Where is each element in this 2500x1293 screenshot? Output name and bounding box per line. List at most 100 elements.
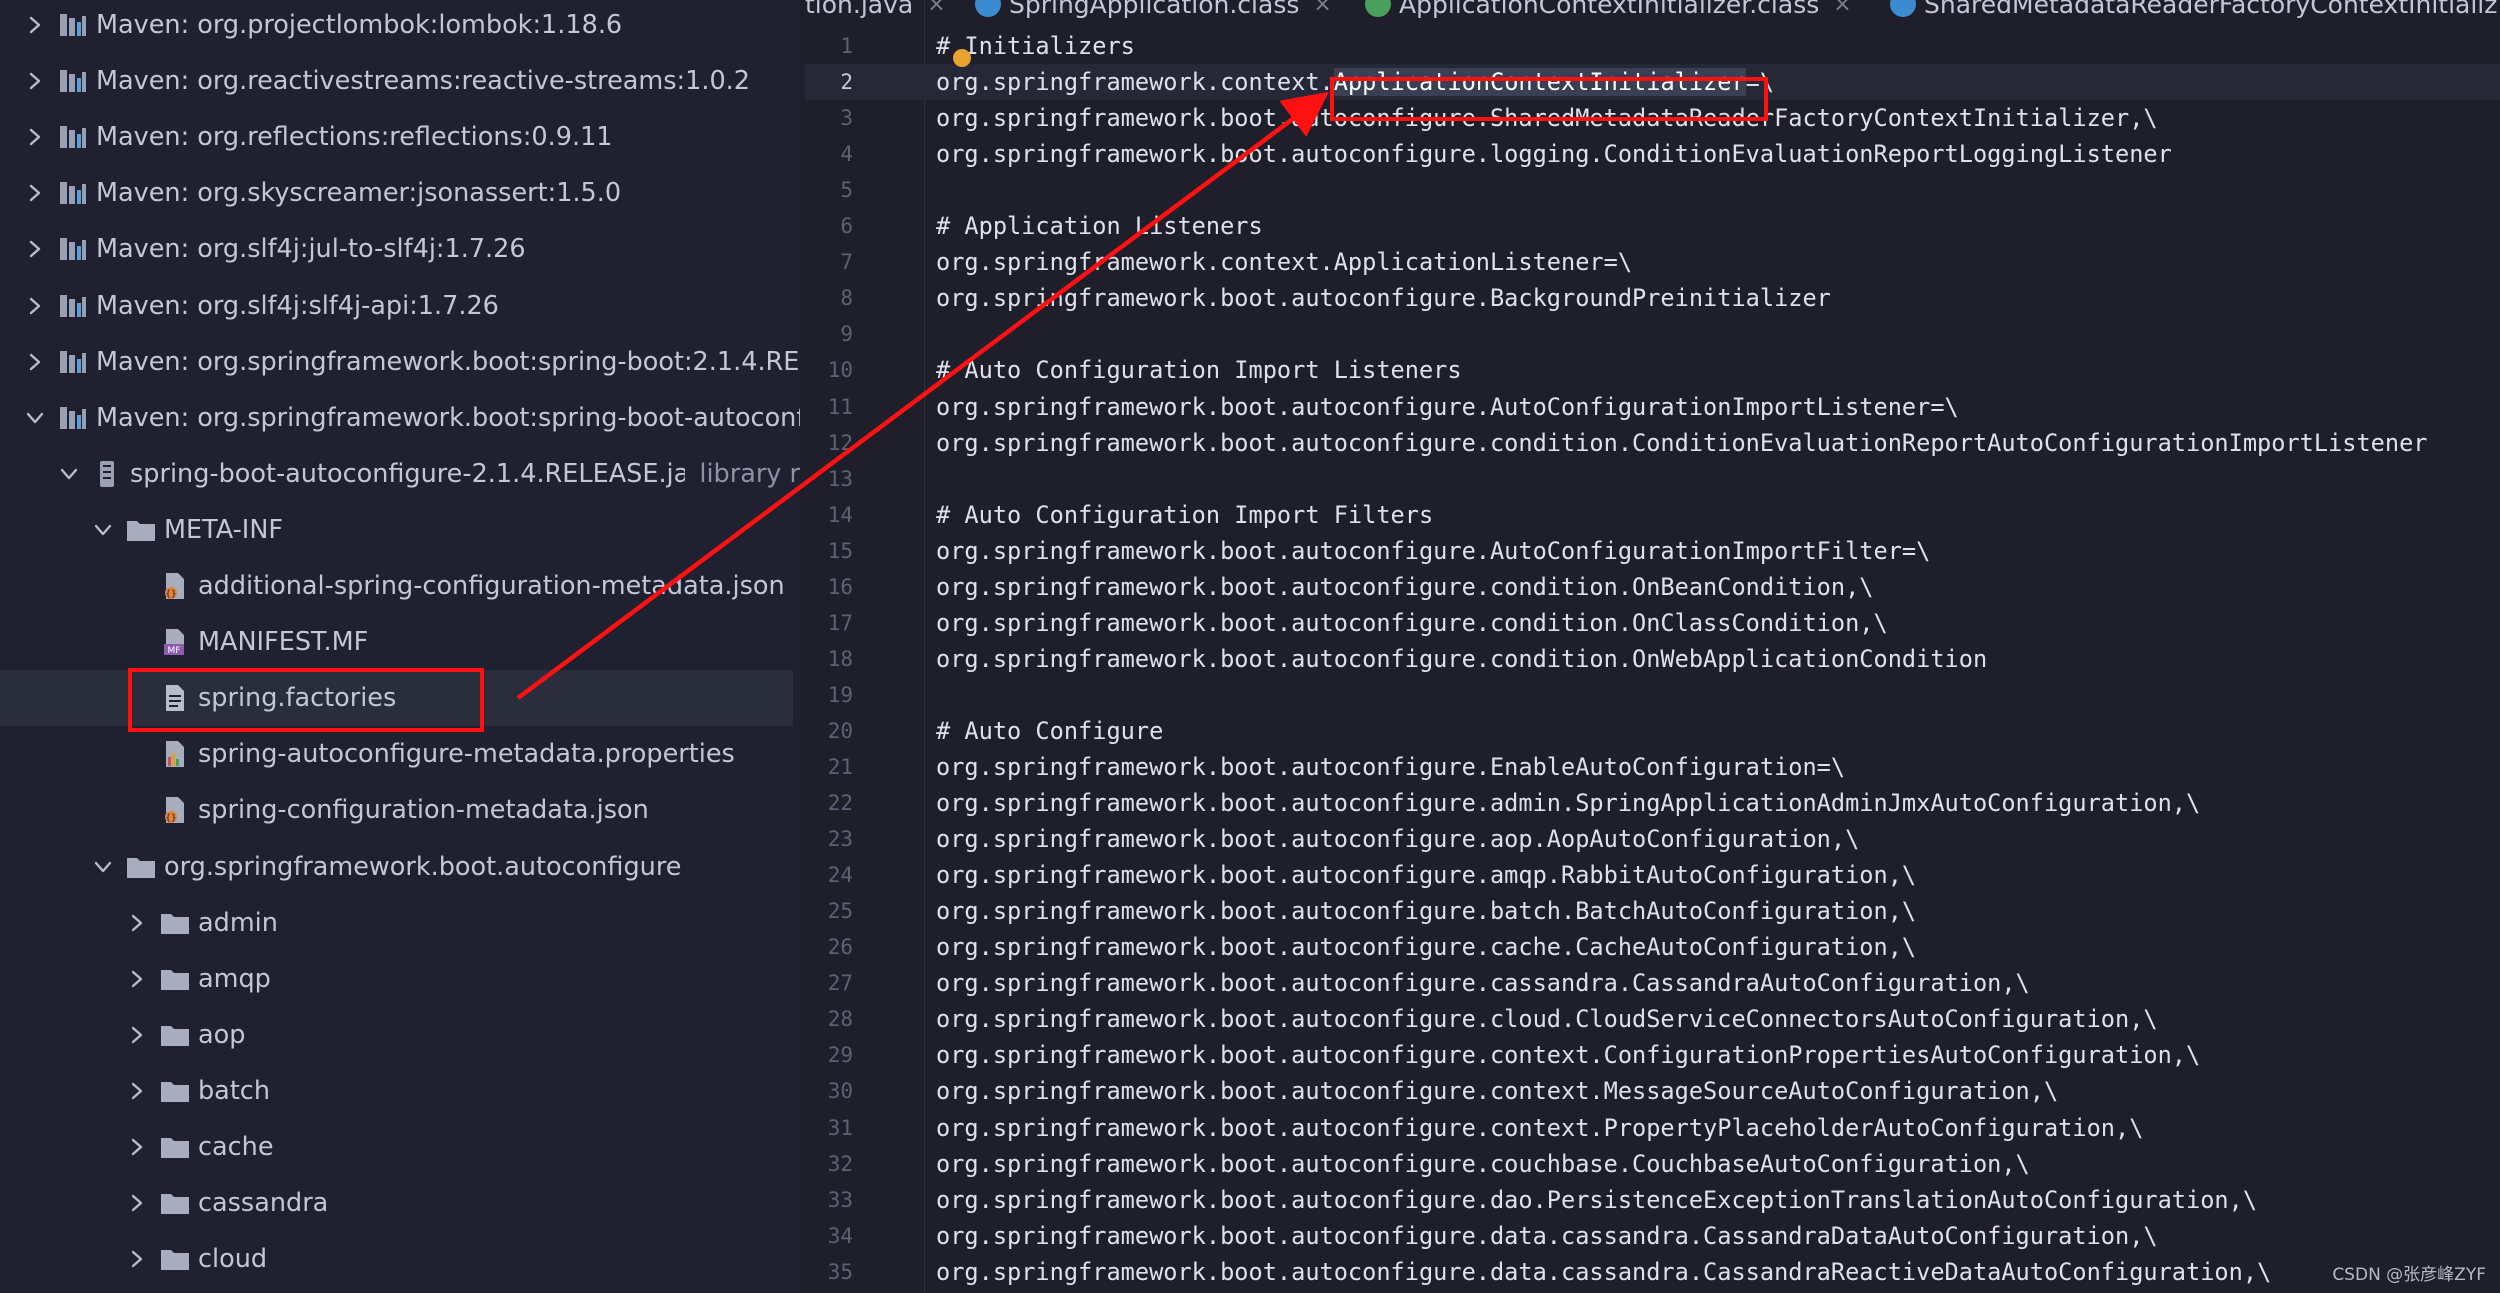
line-number: 5: [840, 178, 853, 202]
code-line[interactable]: # Application Listeners: [936, 208, 1263, 244]
tree-item[interactable]: Maven: org.reflections:reflections:0.9.1…: [0, 109, 800, 165]
code-line[interactable]: org.springframework.boot.autoconfigure.d…: [936, 1182, 2257, 1218]
tree-item[interactable]: {} spring-configuration-metadata.json: [0, 782, 800, 838]
code-line[interactable]: org.springframework.boot.autoconfigure.c…: [936, 605, 1888, 641]
tree-item[interactable]: amqp: [0, 951, 800, 1007]
code-line[interactable]: org.springframework.boot.autoconfigure.c…: [936, 641, 1987, 677]
tree-item[interactable]: spring-autoconfigure-metadata.properties: [0, 726, 800, 782]
code-line[interactable]: # Auto Configuration Import Listeners: [936, 352, 1462, 388]
tree-item[interactable]: Maven: org.reactivestreams:reactive-stre…: [0, 53, 800, 109]
code-line[interactable]: org.springframework.boot.autoconfigure.c…: [936, 1001, 2158, 1037]
tree-item[interactable]: Maven: org.springframework.boot:spring-b…: [0, 390, 800, 446]
code-line[interactable]: org.springframework.context.ApplicationL…: [936, 244, 1632, 280]
chevron-right-icon[interactable]: [24, 126, 46, 148]
chevron-right-icon[interactable]: [24, 351, 46, 373]
chevron-right-icon[interactable]: [126, 1024, 148, 1046]
chevron-right-icon[interactable]: [24, 295, 46, 317]
editor-tab-bar: tion.java × SpringApplication.class × Applic…: [805, 0, 2500, 22]
line-number: 11: [827, 395, 853, 419]
tree-item-suffix: library r: [699, 459, 800, 489]
editor-tab-label: ApplicationContextInitializer.class: [1399, 0, 1820, 19]
tree-item[interactable]: spring.factories: [0, 670, 793, 726]
tab-close-icon[interactable]: ×: [1313, 0, 1331, 17]
chevron-down-icon[interactable]: [24, 407, 46, 429]
tree-item[interactable]: META-INF: [0, 502, 800, 558]
chevron-down-icon[interactable]: [58, 463, 80, 485]
tree-item[interactable]: MF MANIFEST.MF: [0, 614, 800, 670]
chevron-right-icon[interactable]: [126, 1136, 148, 1158]
code-line[interactable]: # Auto Configure: [936, 713, 1163, 749]
code-line[interactable]: org.springframework.boot.autoconfigure.B…: [936, 280, 1831, 316]
code-line[interactable]: org.springframework.context.ApplicationC…: [936, 64, 1774, 100]
line-number: 30: [827, 1079, 853, 1103]
code-line[interactable]: org.springframework.boot.autoconfigure.c…: [936, 1073, 2058, 1109]
code-line[interactable]: org.springframework.boot.autoconfigure.d…: [936, 1218, 2158, 1254]
line-number: 31: [827, 1116, 853, 1140]
chevron-right-icon[interactable]: [126, 912, 148, 934]
chevron-right-icon[interactable]: [126, 1248, 148, 1270]
code-line[interactable]: org.springframework.boot.autoconfigure.a…: [936, 785, 2200, 821]
tree-item[interactable]: {} additional-spring-configuration-metada…: [0, 558, 800, 614]
chevron-right-icon[interactable]: [126, 1192, 148, 1214]
editor-tab[interactable]: tion.java ×: [805, 0, 946, 22]
editor-tab[interactable]: SharedMetadataReaderFactoryContextInitia…: [1890, 0, 2497, 22]
tab-close-icon[interactable]: ×: [1833, 0, 1851, 17]
editor-tab[interactable]: SpringApplication.class ×: [975, 0, 1332, 22]
tree-item[interactable]: aop: [0, 1007, 800, 1063]
library-icon: [58, 178, 88, 208]
code-line[interactable]: org.springframework.boot.autoconfigure.E…: [936, 749, 1845, 785]
tree-item[interactable]: Maven: org.slf4j:slf4j-api:1.7.26: [0, 278, 800, 334]
code-line[interactable]: # Auto Configuration Import Filters: [936, 497, 1433, 533]
editor-tab[interactable]: ApplicationContextInitializer.class ×: [1365, 0, 1852, 22]
tree-item[interactable]: admin: [0, 895, 800, 951]
chevron-right-icon[interactable]: [126, 1080, 148, 1102]
class-file-icon: [1890, 0, 1916, 17]
library-icon: [58, 10, 88, 40]
tree-item[interactable]: cloud: [0, 1231, 800, 1287]
code-line[interactable]: org.springframework.boot.autoconfigure.a…: [936, 821, 1859, 857]
line-number: 27: [827, 971, 853, 995]
chevron-right-icon[interactable]: [24, 182, 46, 204]
tree-item[interactable]: Maven: org.slf4j:jul-to-slf4j:1.7.26: [0, 221, 800, 277]
tree-item[interactable]: cache: [0, 1119, 800, 1175]
tree-item[interactable]: cassandra: [0, 1175, 800, 1231]
code-line[interactable]: org.springframework.boot.autoconfigure.c…: [936, 1037, 2200, 1073]
tree-item[interactable]: Maven: org.projectlombok:lombok:1.18.6: [0, 0, 800, 53]
properties-file-icon: [160, 739, 190, 769]
tab-close-icon[interactable]: ×: [927, 0, 945, 17]
chevron-right-icon[interactable]: [24, 238, 46, 260]
tree-item-label: Maven: org.reactivestreams:reactive-stre…: [96, 66, 750, 96]
code-line[interactable]: org.springframework.boot.autoconfigure.a…: [936, 857, 1916, 893]
code-line[interactable]: org.springframework.boot.autoconfigure.c…: [936, 569, 1874, 605]
tree-item[interactable]: spring-boot-autoconfigure-2.1.4.RELEASE.…: [0, 446, 800, 502]
chevron-right-icon[interactable]: [24, 14, 46, 36]
line-number: 8: [840, 286, 853, 310]
folder-icon: [160, 1020, 190, 1050]
editor-tab-label: SharedMetadataReaderFactoryContextInitia…: [1924, 0, 2498, 19]
line-number: 35: [827, 1260, 853, 1284]
code-line[interactable]: org.springframework.boot.autoconfigure.b…: [936, 893, 1916, 929]
line-number: 29: [827, 1043, 853, 1067]
tree-item[interactable]: org.springframework.boot.autoconfigure: [0, 839, 800, 895]
tree-item[interactable]: Maven: org.skyscreamer:jsonassert:1.5.0: [0, 165, 800, 221]
chevron-right-icon[interactable]: [24, 70, 46, 92]
chevron-down-icon[interactable]: [92, 856, 114, 878]
folder-icon: [160, 964, 190, 994]
code-line[interactable]: org.springframework.boot.autoconfigure.S…: [936, 100, 2158, 136]
chevron-right-icon[interactable]: [126, 968, 148, 990]
chevron-down-icon[interactable]: [92, 519, 114, 541]
tree-item-label: META-INF: [164, 515, 284, 545]
code-line[interactable]: org.springframework.boot.autoconfigure.c…: [936, 425, 2428, 461]
code-line[interactable]: org.springframework.boot.autoconfigure.d…: [936, 1254, 2271, 1290]
code-line[interactable]: org.springframework.boot.autoconfigure.c…: [936, 929, 1916, 965]
code-line[interactable]: org.springframework.boot.autoconfigure.A…: [936, 533, 1930, 569]
code-line[interactable]: org.springframework.boot.autoconfigure.c…: [936, 965, 2030, 1001]
intention-bulb-icon[interactable]: [953, 49, 971, 67]
code-line[interactable]: org.springframework.boot.autoconfigure.A…: [936, 389, 1959, 425]
code-line[interactable]: org.springframework.boot.autoconfigure.c…: [936, 1110, 2143, 1146]
code-line[interactable]: org.springframework.boot.autoconfigure.c…: [936, 1146, 2030, 1182]
library-icon: [58, 122, 88, 152]
tree-item[interactable]: batch: [0, 1063, 800, 1119]
tree-item[interactable]: Maven: org.springframework.boot:spring-b…: [0, 334, 800, 390]
code-line[interactable]: org.springframework.boot.autoconfigure.l…: [936, 136, 2172, 172]
